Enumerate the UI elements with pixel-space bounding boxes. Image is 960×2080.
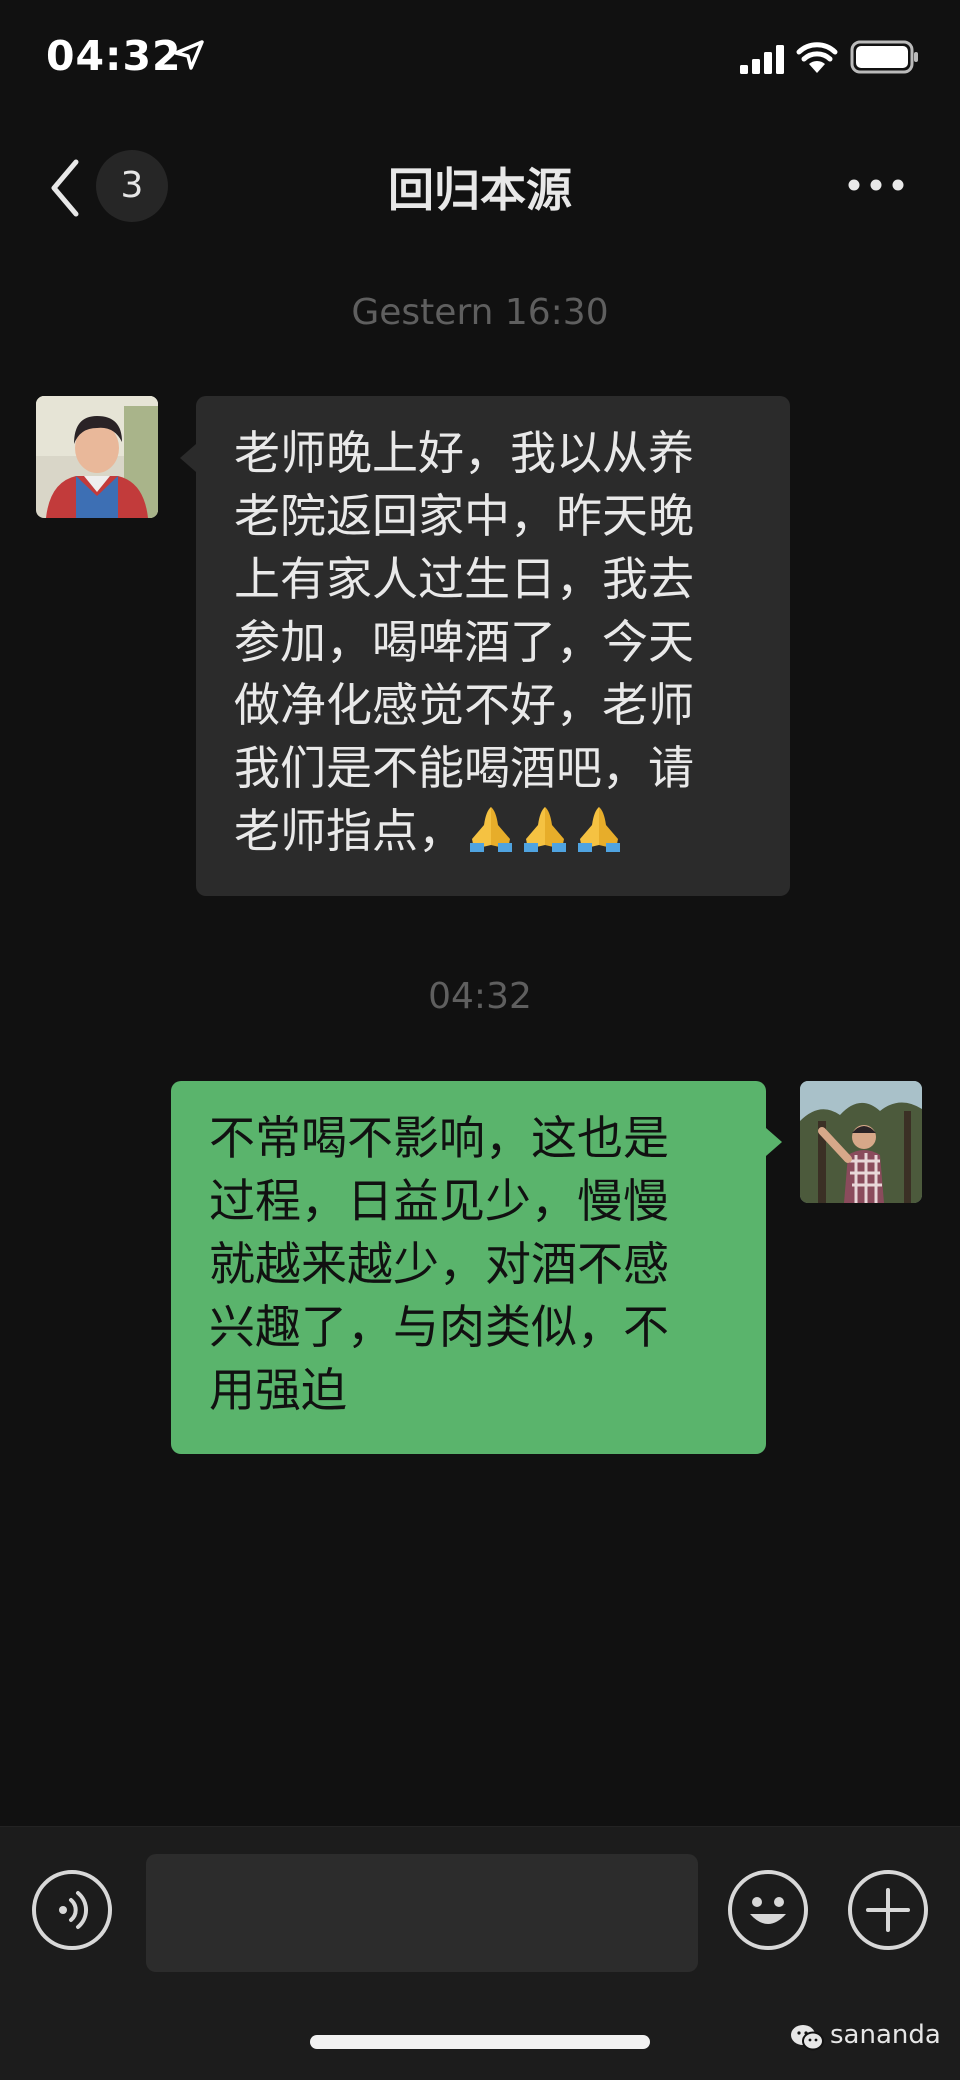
wifi-icon bbox=[796, 42, 838, 73]
folded-hands-emoji bbox=[470, 807, 512, 852]
message-line: 兴趣了，与肉类似，不 bbox=[209, 1300, 669, 1354]
chat-header: 3 回归本源 bbox=[0, 130, 960, 240]
add-plus-icon bbox=[866, 1888, 910, 1932]
message-line: 参加，喝啤酒了，今天 bbox=[234, 615, 694, 669]
add-button[interactable] bbox=[848, 1870, 928, 1950]
voice-button[interactable] bbox=[32, 1870, 112, 1950]
user-avatar[interactable] bbox=[800, 1081, 922, 1203]
chat-title: 回归本源 bbox=[388, 163, 572, 217]
back-chevron-icon[interactable] bbox=[46, 158, 86, 218]
message-line: 老院返回家中，昨天晚 bbox=[234, 489, 694, 543]
status-time: 04:32 bbox=[46, 32, 182, 80]
voice-icon bbox=[59, 1891, 89, 1929]
home-indicator bbox=[310, 2035, 650, 2049]
unread-count-badge[interactable]: 3 bbox=[96, 150, 168, 222]
message-line: 用强迫 bbox=[209, 1363, 347, 1417]
cellular-signal-icon bbox=[740, 45, 784, 74]
message-line: 上有家人过生日，我去 bbox=[234, 552, 694, 606]
wechat-icon bbox=[791, 2025, 824, 2051]
contact-avatar[interactable] bbox=[36, 396, 158, 518]
emoji-button[interactable] bbox=[728, 1870, 808, 1950]
watermark-text: sananda bbox=[830, 2020, 941, 2050]
outgoing-message-bubble[interactable]: 不常喝不影响，这也是 过程，日益见少，慢慢 就越来越少，对酒不感 兴趣了，与肉类… bbox=[171, 1081, 766, 1454]
bubble-tail bbox=[766, 1128, 782, 1156]
message-line: 老师晚上好，我以从养 bbox=[234, 426, 694, 480]
more-dots-icon[interactable] bbox=[846, 170, 906, 200]
emoji-smiley-icon bbox=[750, 1897, 786, 1924]
message-line: 我们是不能喝酒吧，请 bbox=[234, 741, 694, 795]
message-line: 就越来越少，对酒不感 bbox=[209, 1237, 669, 1291]
message-timestamp: 04:32 bbox=[428, 976, 532, 1017]
message-line-text: 老师指点， bbox=[234, 804, 464, 858]
incoming-message-bubble[interactable]: 老师晚上好，我以从养 老院返回家中，昨天晚 上有家人过生日，我去 参加，喝啤酒了… bbox=[196, 396, 790, 896]
message-line: 做净化感觉不好，老师 bbox=[234, 678, 694, 732]
message-timestamp: Gestern 16:30 bbox=[351, 292, 609, 333]
folded-hands-emoji bbox=[524, 807, 566, 852]
message-input[interactable] bbox=[146, 1854, 698, 1972]
message-line: 过程，日益见少，慢慢 bbox=[209, 1174, 669, 1228]
status-bar: 04:32 bbox=[0, 0, 960, 120]
message-line-last: 老师指点， bbox=[234, 800, 750, 863]
folded-hands-emoji bbox=[578, 807, 620, 852]
message-line: 不常喝不影响，这也是 bbox=[209, 1111, 669, 1165]
bubble-tail bbox=[180, 444, 196, 472]
battery-icon bbox=[850, 40, 918, 74]
location-arrow-icon bbox=[174, 40, 204, 70]
